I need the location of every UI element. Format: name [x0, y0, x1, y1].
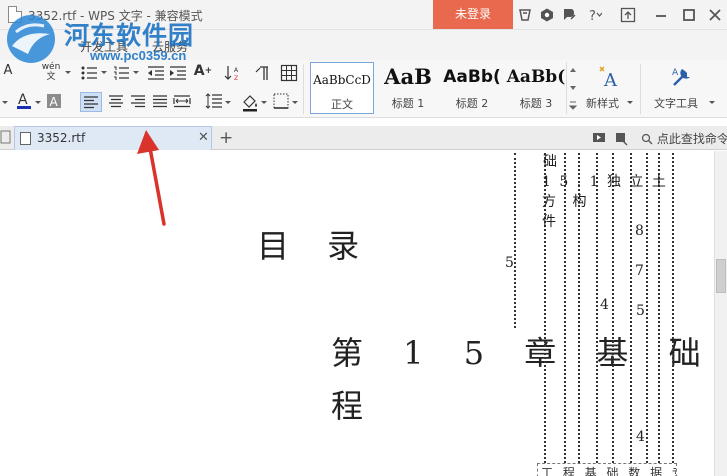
toc-title: 目 录 [257, 227, 374, 265]
document-tab-bar: 3352.rtf ✕ + 点此查找命令 [0, 126, 727, 150]
svg-text:A: A [234, 67, 239, 74]
style-heading-3-sample: AaBb( [506, 67, 566, 87]
toc-page-number: 4 [636, 429, 645, 445]
font-color-arrow-icon[interactable] [34, 96, 42, 110]
login-button[interactable]: 未登录 [433, 0, 513, 29]
maximize-icon[interactable] [681, 7, 697, 23]
numbered-list-icon[interactable] [112, 64, 132, 82]
menu-tab-developer-tools[interactable]: 开发工具 [80, 38, 128, 55]
show-hide-marks-icon[interactable] [252, 64, 272, 82]
bullet-list-icon[interactable] [80, 64, 100, 82]
text-tools-button[interactable]: A 文字工具 [648, 62, 718, 114]
line-spacing-dropdown-icon[interactable] [224, 96, 232, 110]
chapter-heading-line-2: 程 [331, 387, 364, 425]
close-icon[interactable] [707, 7, 723, 23]
toc-entry-fragment-2: 件 [542, 214, 556, 230]
svg-text:A: A [672, 68, 679, 78]
line-spacing-icon[interactable] [204, 92, 224, 112]
style-heading-1-sample: AaB [384, 64, 432, 89]
shading-dropdown-icon[interactable] [260, 96, 268, 110]
align-left-button[interactable] [80, 92, 102, 112]
style-heading-2-label: 标题 2 [455, 97, 489, 110]
ribbon-separator [640, 64, 641, 114]
phonetic-guide-button[interactable]: wén文 [38, 62, 64, 84]
tab-list-icon[interactable] [614, 130, 628, 146]
toc-text-fragment: 础 [543, 154, 557, 170]
svg-text:A: A [18, 92, 28, 108]
skin-icon[interactable] [517, 7, 533, 23]
svg-text:A: A [50, 95, 59, 109]
font-color-button[interactable]: A [14, 90, 34, 112]
vertical-scrollbar[interactable] [714, 151, 727, 476]
hexagon-icon[interactable] [539, 7, 555, 23]
decrease-indent-icon[interactable] [146, 64, 166, 82]
restore-ribbon-icon[interactable] [620, 7, 636, 23]
svg-text:A: A [603, 70, 618, 89]
style-heading-2-sample: AaBb( [443, 67, 501, 87]
ribbon-separator [303, 64, 304, 114]
text-tools-label: 文字工具 [654, 97, 698, 110]
new-tab-button[interactable]: + [219, 126, 233, 150]
shading-fill-icon[interactable] [240, 92, 260, 112]
window-title: 3352.rtf - WPS 文字 - 兼容模式 [28, 9, 203, 23]
toc-page-number: 7 [635, 263, 644, 279]
text-box[interactable]: 工 程 基 础 数 据 专 家 [537, 463, 677, 476]
ribbon-toolbar: A wén文 A+ AZ A A AaBbCcD 正文 AaB 标题 1 AaB… [0, 60, 727, 118]
style-normal-sample: AaBbCcD [313, 73, 371, 87]
style-heading-3[interactable]: AaBb( 标题 3 [504, 62, 568, 114]
font-size-down-icon[interactable]: A [2, 62, 14, 82]
document-icon [8, 6, 22, 23]
table-grid-icon[interactable] [280, 64, 298, 82]
command-search[interactable]: 点此查找命令 [641, 130, 727, 146]
toc-page-number: 5 [505, 255, 514, 271]
scrollbar-thumb[interactable] [716, 259, 726, 293]
style-normal-label: 正文 [331, 98, 353, 111]
phonetic-dropdown-icon[interactable] [64, 66, 72, 80]
style-heading-1-label: 标题 1 [391, 97, 425, 110]
minimize-icon[interactable] [653, 7, 669, 23]
sort-icon[interactable]: AZ [224, 64, 244, 82]
align-right-button[interactable] [128, 92, 148, 112]
text-effect-button[interactable]: A+ [190, 62, 216, 84]
distributed-align-button[interactable] [172, 92, 192, 112]
svg-text:Z: Z [234, 75, 238, 82]
tab-scroll-left-icon[interactable] [0, 130, 12, 149]
style-heading-3-label: 标题 3 [519, 97, 553, 110]
increase-indent-icon[interactable] [168, 64, 188, 82]
menu-bar: 开发工具 云服务 [0, 30, 727, 60]
toc-entry-15-1: 1 5 . 1 独 立 土 [542, 174, 668, 190]
style-heading-1[interactable]: AaB 标题 1 [376, 62, 440, 114]
tab-close-icon[interactable]: ✕ [198, 130, 209, 145]
toc-entry-fragment: 方 构 [542, 194, 593, 210]
feedback-icon[interactable] [561, 7, 577, 23]
menu-tab-cloud-service[interactable]: 云服务 [152, 38, 188, 55]
new-style-label: 新样式 [586, 97, 619, 110]
tab-document-label: 3352.rtf [37, 131, 86, 145]
svg-text:?: ? [589, 9, 596, 23]
title-bar: 3352.rtf - WPS 文字 - 兼容模式 未登录 ? [0, 0, 727, 30]
font-color-dropdown-icon[interactable] [0, 92, 12, 112]
border-icon[interactable] [272, 92, 290, 112]
toc-page-number: 5 [636, 303, 645, 319]
bullet-dropdown-icon[interactable] [100, 66, 108, 80]
new-style-button[interactable]: A 新样式 [584, 62, 636, 114]
tab-document[interactable]: 3352.rtf ✕ [14, 126, 212, 150]
toc-leader-dots [508, 151, 678, 476]
numbering-dropdown-icon[interactable] [132, 66, 140, 80]
style-gallery-scroll[interactable] [566, 62, 578, 114]
style-normal[interactable]: AaBbCcD 正文 [310, 62, 374, 114]
character-shading-icon[interactable]: A [46, 92, 62, 110]
justify-button[interactable] [150, 92, 170, 112]
rtf-file-icon [20, 132, 31, 145]
screen-mode-icon[interactable] [592, 130, 606, 146]
command-search-label: 点此查找命令 [656, 132, 727, 146]
toc-page-number: 8 [635, 223, 644, 239]
toc-page-number: 4 [600, 297, 609, 313]
document-canvas[interactable]: 目 录 第 1 5 章 基 础 工 程 础 1 5 . 1 独 立 土 方 构 … [0, 151, 714, 476]
align-center-button[interactable] [106, 92, 126, 112]
border-dropdown-icon[interactable] [291, 96, 299, 110]
help-icon[interactable]: ? [586, 7, 602, 23]
style-heading-2[interactable]: AaBb( 标题 2 [440, 62, 504, 114]
